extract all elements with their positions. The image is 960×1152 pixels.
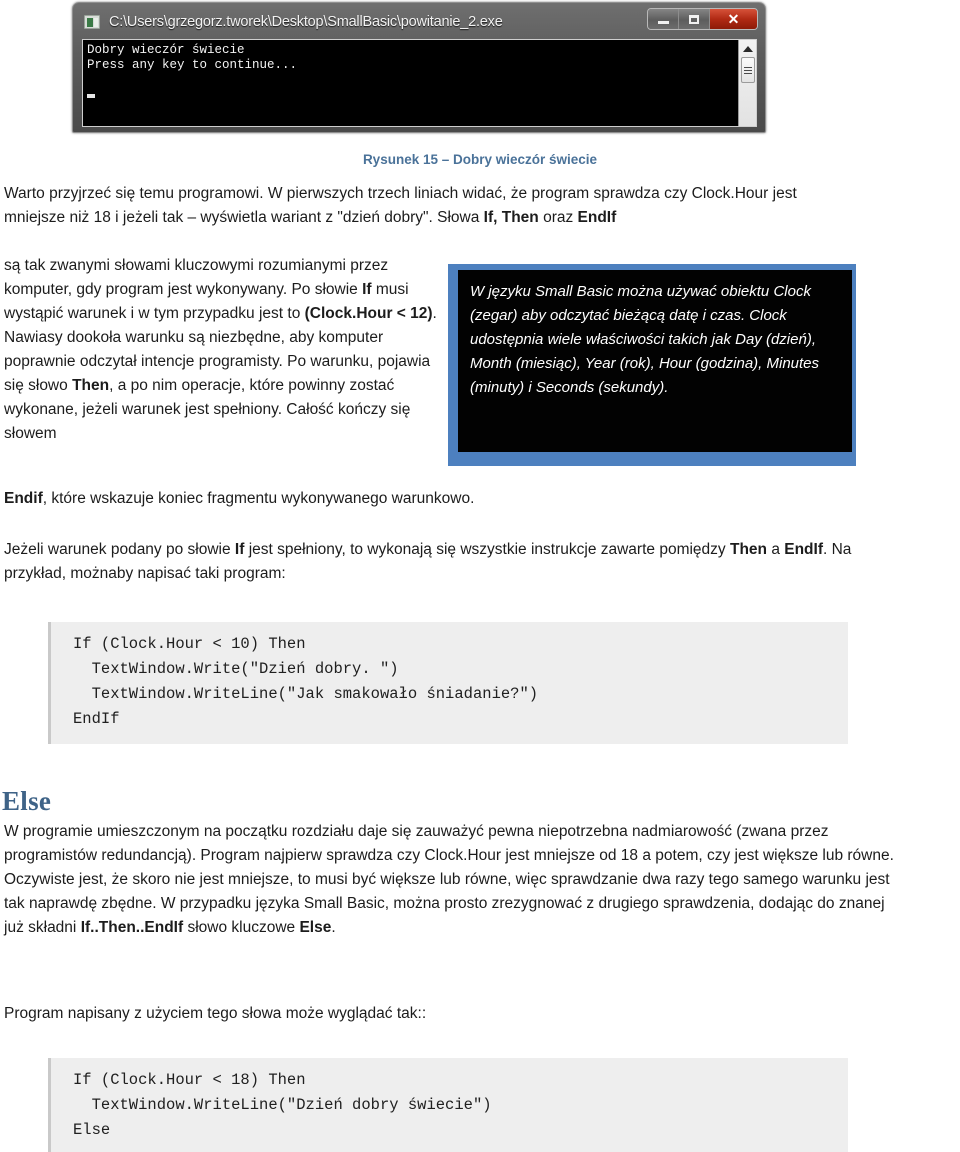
- close-button[interactable]: ✕: [710, 9, 757, 29]
- window-frame: C:\Users\grzegorz.tworek\Desktop\SmallBa…: [72, 2, 766, 133]
- paragraph-wrapped-around-callout: są tak zwanymi słowami kluczowymi rozumi…: [4, 257, 437, 442]
- close-icon: ✕: [727, 11, 740, 27]
- paragraph-intro: Warto przyjrzeć się temu programowi. W p…: [4, 185, 797, 226]
- console-window-screenshot: C:\Users\grzegorz.tworek\Desktop\SmallBa…: [72, 2, 766, 133]
- maximize-button[interactable]: [679, 9, 710, 29]
- info-callout-text: W języku Small Basic można używać obiekt…: [470, 283, 820, 396]
- minimize-button[interactable]: [648, 9, 679, 29]
- paragraph-else-1: W programie umieszczonym na początku roz…: [4, 823, 894, 936]
- info-callout-inner: W języku Small Basic można używać obiekt…: [458, 270, 852, 452]
- console-output-area: Dobry wieczór świecie Press any key to c…: [82, 39, 757, 127]
- console-caret: [87, 94, 95, 98]
- code-block-if-then-endif: If (Clock.Hour < 10) Then TextWindow.Wri…: [48, 622, 848, 744]
- console-output-text: Dobry wieczór świecie Press any key to c…: [83, 40, 738, 126]
- window-controls: ✕: [647, 8, 758, 30]
- console-scrollbar[interactable]: [738, 40, 756, 126]
- minimize-icon: [657, 20, 669, 24]
- paragraph-tail: Endif, które wskazuje koniec fragmentu w…: [4, 490, 475, 507]
- figure-caption: Rysunek 15 – Dobry wieczór świecie: [362, 152, 598, 167]
- code-block-if-then-else: If (Clock.Hour < 18) Then TextWindow.Wri…: [48, 1058, 848, 1152]
- console-line-2: Press any key to continue...: [87, 58, 298, 72]
- scrollbar-thumb[interactable]: [740, 57, 755, 83]
- paragraph-after: Jeżeli warunek podany po słowie If jest …: [4, 541, 852, 582]
- window-title: C:\Users\grzegorz.tworek\Desktop\SmallBa…: [109, 14, 503, 30]
- scroll-up-arrow-icon[interactable]: [742, 46, 753, 52]
- info-callout-box: W języku Small Basic można używać obiekt…: [448, 264, 856, 466]
- maximize-icon: [689, 14, 699, 24]
- console-app-icon: [84, 15, 100, 29]
- section-heading-else: Else: [2, 786, 52, 816]
- window-titlebar[interactable]: C:\Users\grzegorz.tworek\Desktop\SmallBa…: [78, 7, 760, 37]
- console-line-1: Dobry wieczór świecie: [87, 43, 245, 57]
- paragraph-else-2: Program napisany z użyciem tego słowa mo…: [4, 1005, 427, 1022]
